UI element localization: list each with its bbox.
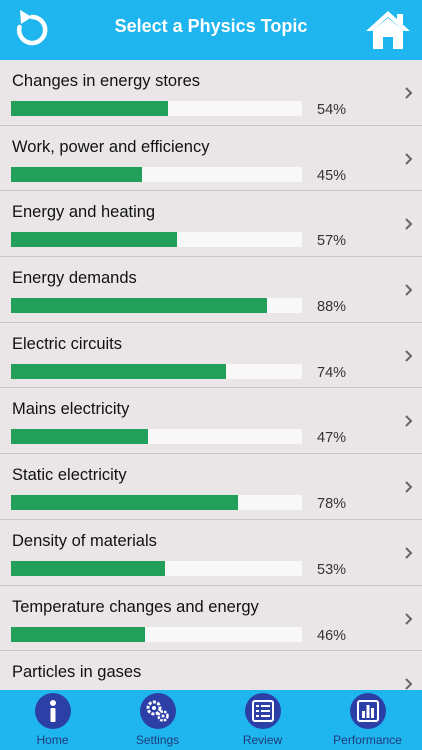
- progress-fill: [11, 298, 268, 314]
- progress-fill: [11, 626, 145, 642]
- chevron-right-icon: [405, 415, 413, 428]
- progress-fill: [11, 560, 166, 576]
- chevron-right-icon: [405, 87, 413, 99]
- progress-fill: [11, 495, 238, 511]
- progress-fill: [11, 166, 142, 182]
- progress-percent: 47%: [317, 430, 347, 447]
- topic-label: Static electricity: [12, 466, 127, 485]
- topic-row[interactable]: Energy demands 88%: [0, 257, 422, 323]
- topic-row[interactable]: Mains electricity 47%: [0, 388, 422, 455]
- topic-row[interactable]: Electric circuits 74%: [0, 322, 422, 389]
- tab-bar: Home Settings Review Performance: [0, 690, 422, 750]
- tab-label: Performance: [333, 733, 402, 747]
- tab-performance[interactable]: Performance: [315, 690, 420, 750]
- home-icon[interactable]: [364, 8, 412, 52]
- progress-fill: [11, 232, 177, 248]
- topic-list[interactable]: Changes in energy stores 54% Work, power…: [0, 60, 422, 690]
- list-icon: [244, 693, 281, 729]
- header-bar: Select a Physics Topic: [0, 0, 422, 60]
- topic-row[interactable]: Temperature changes and energy 46%: [0, 585, 422, 652]
- chevron-right-icon: [405, 152, 413, 165]
- topic-label: Particles in gases: [12, 663, 142, 682]
- progress-percent: 46%: [317, 627, 347, 644]
- topic-label: Changes in energy stores: [12, 72, 201, 90]
- topic-label: Temperature changes and energy: [12, 597, 259, 616]
- progress-percent: 45%: [317, 167, 347, 184]
- progress-fill: [11, 429, 148, 445]
- topic-row[interactable]: Energy and heating 57%: [0, 191, 422, 258]
- progress-track: [11, 101, 302, 116]
- chevron-right-icon: [405, 612, 413, 625]
- progress-percent: 53%: [317, 561, 347, 578]
- topic-label: Energy and heating: [12, 203, 156, 222]
- topic-label: Density of materials: [12, 531, 157, 550]
- tab-label: Review: [242, 733, 283, 747]
- chevron-right-icon: [405, 481, 413, 493]
- topic-label: Mains electricity: [12, 400, 130, 419]
- topic-row[interactable]: Changes in energy stores 54%: [0, 60, 422, 126]
- topic-row[interactable]: Particles in gases: [0, 651, 422, 690]
- chevron-right-icon: [405, 218, 413, 231]
- progress-fill: [11, 363, 227, 379]
- chevron-right-icon: [405, 284, 413, 296]
- bar-chart-icon: [349, 693, 386, 729]
- gears-icon: [139, 693, 176, 729]
- topic-label: Energy demands: [12, 269, 137, 288]
- tab-label: Settings: [135, 733, 180, 747]
- progress-track: [11, 363, 302, 379]
- progress-track: [11, 626, 302, 642]
- chevron-right-icon: [405, 678, 413, 690]
- progress-fill: [11, 101, 169, 116]
- tab-settings[interactable]: Settings: [105, 690, 210, 750]
- progress-track: [11, 298, 302, 314]
- tab-home[interactable]: Home: [0, 690, 105, 750]
- info-icon: [34, 693, 71, 729]
- topic-label: Work, power and efficiency: [12, 137, 210, 156]
- progress-track: [11, 429, 302, 445]
- progress-percent: 54%: [317, 102, 347, 118]
- progress-percent: 57%: [317, 233, 347, 250]
- progress-percent: 74%: [317, 364, 347, 381]
- tab-review[interactable]: Review: [210, 690, 315, 750]
- topic-row[interactable]: Work, power and efficiency 45%: [0, 125, 422, 192]
- progress-track: [11, 495, 302, 511]
- topic-row[interactable]: Static electricity 78%: [0, 454, 422, 520]
- progress-percent: 88%: [317, 299, 347, 316]
- chevron-right-icon: [405, 547, 413, 559]
- topic-row[interactable]: Density of materials 53%: [0, 519, 422, 586]
- progress-track: [11, 166, 302, 182]
- chevron-right-icon: [405, 350, 413, 362]
- topic-label: Electric circuits: [12, 334, 123, 353]
- progress-track: [11, 560, 302, 576]
- tab-label: Home: [36, 733, 69, 747]
- progress-track: [11, 232, 302, 248]
- page-title: Select a Physics Topic: [114, 16, 308, 36]
- progress-percent: 78%: [317, 496, 347, 513]
